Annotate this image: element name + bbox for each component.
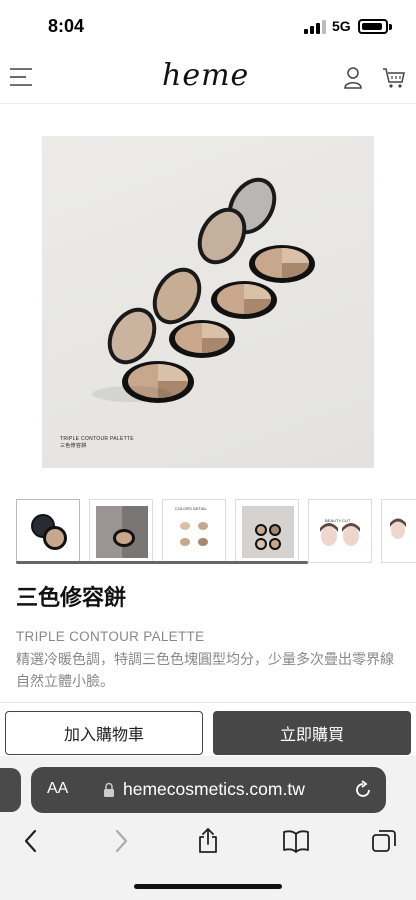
thumbnail-6[interactable] <box>381 499 416 563</box>
battery-icon <box>358 19 388 34</box>
thumbnail-5[interactable]: BEAUTY CUT <box>308 499 372 563</box>
cart-icon[interactable] <box>382 67 406 89</box>
hero-caption: TRIPLE CONTOUR PALETTE 三色修容餅 <box>60 436 134 450</box>
thumbnail-2[interactable] <box>89 499 153 563</box>
forward-icon[interactable] <box>108 828 134 854</box>
back-icon[interactable] <box>18 828 44 854</box>
thumbnail-4[interactable] <box>235 499 299 563</box>
lock-icon <box>104 782 114 797</box>
thumbnail-scroll-indicator[interactable] <box>16 561 308 564</box>
product-hero-image[interactable]: TRIPLE CONTOUR PALETTE 三色修容餅 <box>42 136 374 468</box>
url-text[interactable]: hemecosmetics.com.tw <box>123 779 305 800</box>
buy-now-button[interactable]: 立即購買 <box>213 711 411 755</box>
user-icon[interactable] <box>343 67 363 89</box>
thumbnail-5-label: BEAUTY CUT <box>325 518 351 523</box>
site-header: heme <box>0 52 416 104</box>
network-label: 5G <box>332 18 351 34</box>
signal-icon <box>304 20 326 34</box>
previous-tab-peek[interactable] <box>0 768 21 812</box>
thumbnail-strip[interactable]: COLORS DETAIL BEAUTY CUT <box>16 499 416 563</box>
product-subtitle: TRIPLE CONTOUR PALETTE <box>16 629 205 644</box>
hero-caption-line1: TRIPLE CONTOUR PALETTE <box>60 436 134 442</box>
bookmarks-icon[interactable] <box>283 828 309 854</box>
product-description: 精選冷暖色調，特調三色色塊圓型均分，少量多次疊出零界線自然立體小臉。 <box>16 652 394 690</box>
tabs-icon[interactable] <box>371 828 397 854</box>
home-indicator[interactable] <box>134 884 282 889</box>
purchase-action-bar: 加入購物車 立即購買 <box>0 702 416 764</box>
menu-icon[interactable] <box>10 68 32 86</box>
status-time: 8:04 <box>48 16 85 36</box>
reload-icon[interactable] <box>353 780 373 800</box>
brand-logo[interactable]: heme <box>162 58 249 93</box>
battery-tip <box>389 24 392 30</box>
reader-aa-button[interactable]: AA <box>47 780 68 798</box>
status-bar: 8:04 5G <box>0 0 416 52</box>
thumbnail-1[interactable] <box>16 499 80 563</box>
thumbnail-3[interactable]: COLORS DETAIL <box>162 499 226 563</box>
thumbnail-3-label: COLORS DETAIL <box>175 506 207 511</box>
add-to-cart-button[interactable]: 加入購物車 <box>5 711 203 755</box>
product-title: 三色修容餅 <box>16 586 127 611</box>
address-bar[interactable]: AA hemecosmetics.com.tw <box>31 767 386 813</box>
hero-caption-line2: 三色修容餅 <box>60 443 87 449</box>
share-icon[interactable] <box>195 828 221 854</box>
